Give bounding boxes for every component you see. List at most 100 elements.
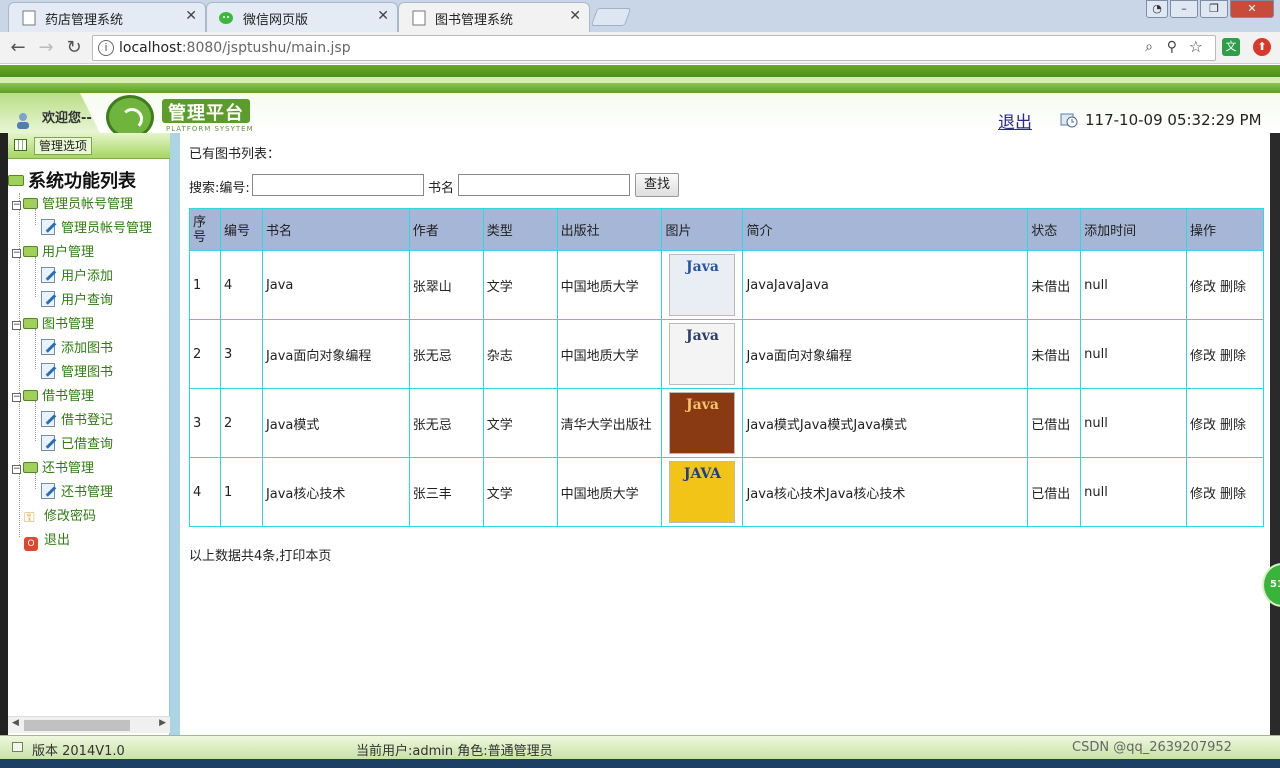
cell-added-time: null (1080, 457, 1188, 527)
book-name-input[interactable] (458, 174, 630, 196)
manage-options-button[interactable]: 管理选项 (34, 137, 93, 155)
folder-icon (23, 198, 38, 209)
minimize-button[interactable]: – (1170, 0, 1198, 18)
url-host: localhost (119, 40, 182, 56)
url-text[interactable]: localhost:8080/jsptushu/main.jsp (119, 40, 351, 56)
cell-seq: 1 (189, 250, 221, 320)
back-icon[interactable]: ← (6, 37, 30, 58)
edit-link[interactable]: 修改 (1190, 349, 1216, 364)
tree-item-return-manage[interactable]: 还书管理 (41, 481, 113, 500)
cell-title: Java模式 (261, 388, 410, 458)
profile-icon[interactable]: ◔ (1146, 0, 1168, 18)
reload-icon[interactable]: ↻ (62, 37, 86, 58)
cell-status: 已借出 (1027, 388, 1082, 458)
tree-group-return[interactable]: − 还书管理 (12, 457, 94, 476)
app-header: 欢迎您-- 管理平台 PLATFORM SYSYTEM 退出 117-10-09… (0, 65, 1280, 133)
address-bar[interactable]: i localhost:8080/jsptushu/main.jsp ⌕ ⚲ ☆ (92, 35, 1216, 61)
cell-actions: 修改 删除 (1186, 457, 1264, 527)
extension-icon[interactable]: ⬆ (1253, 38, 1271, 56)
tree-group-admin-account[interactable]: − 管理员帐号管理 (12, 193, 133, 212)
cell-status: 未借出 (1027, 250, 1082, 320)
browser-tab-pharmacy[interactable]: 药店管理系统 ✕ (8, 2, 206, 32)
bookmark-star-icon[interactable]: ☆ (1189, 37, 1203, 56)
edit-link[interactable]: 修改 (1190, 487, 1216, 502)
maximize-button[interactable]: ❐ (1200, 0, 1228, 18)
cell-cover: Java (661, 388, 744, 458)
tree-item-borrow-query[interactable]: 已借查询 (41, 433, 113, 452)
collapse-icon[interactable]: − (12, 393, 21, 402)
tree-group-label: 用户管理 (42, 245, 95, 260)
column-header: 添加时间 (1080, 208, 1188, 251)
close-window-button[interactable]: ✕ (1230, 0, 1274, 18)
sidebar-horizontal-scrollbar[interactable]: ◀ ▶ (8, 716, 170, 733)
folder-icon (23, 246, 38, 257)
book-cover-image: JAVA (669, 461, 736, 523)
search-button[interactable]: 查找 (635, 173, 679, 197)
tree-title-text: 系统功能列表 (28, 171, 136, 192)
cell-id: 1 (219, 457, 263, 527)
tree-item-borrow-register[interactable]: 借书登记 (41, 409, 113, 428)
sidebar-splitter[interactable] (170, 133, 180, 735)
folder-icon (23, 462, 38, 473)
browser-tab-library[interactable]: 图书管理系统 ✕ (398, 2, 590, 32)
cell-added-time: null (1080, 319, 1188, 389)
edit-note-icon (41, 435, 55, 451)
collapse-icon[interactable]: − (12, 201, 21, 210)
tree-group-book[interactable]: − 图书管理 (12, 313, 94, 332)
scroll-left-arrow-icon[interactable]: ◀ (12, 718, 19, 728)
url-path: :8080/jsptushu/main.jsp (181, 40, 351, 56)
tree-item-change-password[interactable]: ⚿ 修改密码 (24, 505, 96, 525)
cell-publisher: 中国地质大学 (556, 457, 663, 527)
cell-actions: 修改 删除 (1186, 250, 1264, 320)
cell-cover: Java (661, 319, 744, 389)
table-row: 4 1 Java核心技术 张三丰 文学 中国地质大学 JAVA Java核心技术Java核心技… (189, 457, 1264, 527)
delete-link[interactable]: 删除 (1220, 349, 1246, 364)
delete-link[interactable]: 删除 (1220, 418, 1246, 433)
tree-group-user[interactable]: − 用户管理 (12, 241, 94, 260)
edit-link[interactable]: 修改 (1190, 280, 1216, 295)
collapse-icon[interactable]: − (12, 465, 21, 474)
close-tab-icon[interactable]: ✕ (377, 8, 389, 24)
cell-publisher: 中国地质大学 (556, 319, 663, 389)
zoom-icon[interactable]: ⌕ (1145, 39, 1153, 55)
forward-icon[interactable]: → (34, 37, 58, 58)
table-row: 3 2 Java模式 张无忌 文学 清华大学出版社 Java Java模式Java模式Java… (189, 388, 1264, 458)
tree-item-label: 添加图书 (61, 341, 114, 356)
edit-note-icon (41, 363, 55, 379)
collapse-icon[interactable]: − (12, 249, 21, 258)
table-header-row: 序号 编号 书名 作者 类型 出版社 图片 简介 状态 添加时间 操作 (189, 208, 1264, 251)
frame-edge (1270, 133, 1280, 735)
logout-link[interactable]: 退出 (998, 108, 1032, 133)
cell-intro: JavaJavaJava (742, 250, 1029, 320)
scroll-thumb[interactable] (24, 720, 130, 731)
tree-group-borrow[interactable]: − 借书管理 (12, 385, 94, 404)
tree-item-user-query[interactable]: 用户查询 (41, 289, 113, 308)
scroll-right-arrow-icon[interactable]: ▶ (159, 718, 166, 728)
page-icon (22, 10, 36, 26)
cell-author: 张无忌 (408, 388, 484, 458)
edit-link[interactable]: 修改 (1190, 418, 1216, 433)
delete-link[interactable]: 删除 (1220, 280, 1246, 295)
tree-item-book-manage[interactable]: 管理图书 (41, 361, 113, 380)
tree-item-book-add[interactable]: 添加图书 (41, 337, 113, 356)
tree-item-admin-account[interactable]: 管理员帐号管理 (41, 217, 152, 236)
translate-extension-icon[interactable]: 文 (1222, 38, 1240, 56)
cover-title: JAVA (683, 466, 722, 482)
info-icon[interactable]: i (98, 40, 114, 56)
new-tab-button[interactable] (590, 8, 632, 26)
tree-item-user-add[interactable]: 用户添加 (41, 265, 113, 284)
collapse-icon[interactable]: − (12, 321, 21, 330)
browser-tab-wechat[interactable]: 微信网页版 ✕ (206, 2, 398, 32)
cell-status: 已借出 (1027, 457, 1082, 527)
table-row: 1 4 Java 张翠山 文学 中国地质大学 Java JavaJavaJava 未借出 null… (189, 250, 1264, 320)
pin-icon[interactable]: ⚲ (1167, 39, 1177, 55)
close-tab-icon[interactable]: ✕ (569, 8, 581, 24)
close-tab-icon[interactable]: ✕ (185, 8, 197, 24)
cover-title: Java (686, 328, 719, 344)
cell-author: 张翠山 (408, 250, 484, 320)
tree-item-label: 用户添加 (61, 269, 114, 284)
tree-item-exit[interactable]: O 退出 (24, 529, 70, 551)
book-id-input[interactable] (252, 174, 424, 196)
cell-intro: Java模式Java模式Java模式 (742, 388, 1029, 458)
delete-link[interactable]: 删除 (1220, 487, 1246, 502)
